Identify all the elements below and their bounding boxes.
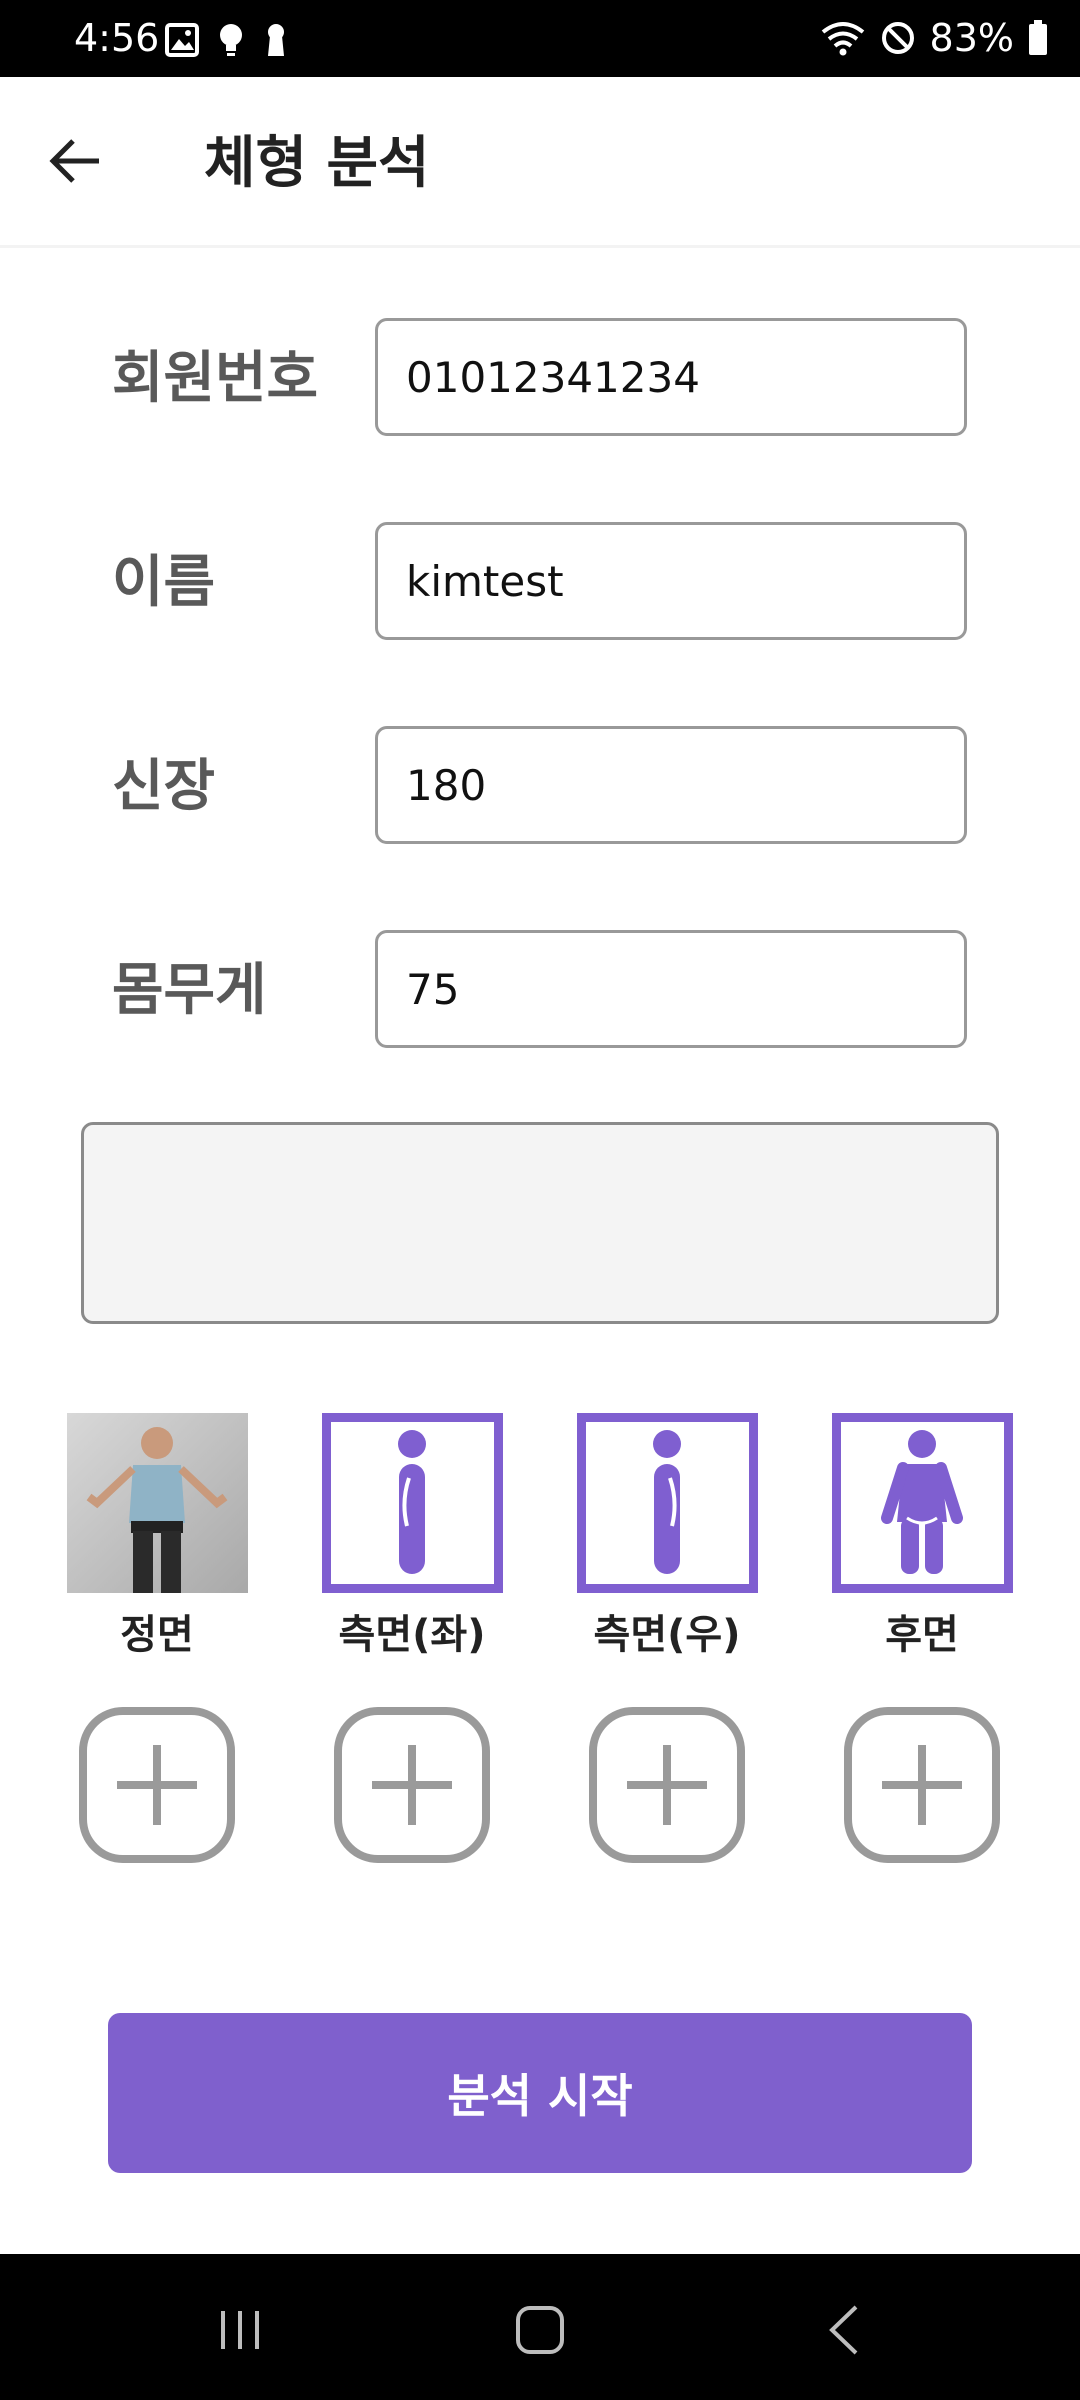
back-arrow-icon [49, 139, 99, 183]
memo-textarea[interactable] [81, 1122, 999, 1324]
wifi-icon [821, 22, 864, 56]
home-icon [516, 2306, 564, 2354]
back-view-label: 후면 [885, 1612, 959, 1658]
battery-icon [1029, 20, 1047, 55]
back-figure-icon [881, 1430, 963, 1574]
side-left-label: 측면(좌) [338, 1612, 486, 1658]
member-no-label: 회원번호 [112, 346, 319, 411]
status-time: 4:56 [74, 16, 160, 60]
front-label: 정면 [120, 1612, 194, 1658]
front-photo[interactable] [67, 1413, 248, 1593]
page-title: 체형 분석 [204, 131, 430, 196]
add-side-left-button[interactable] [332, 1705, 492, 1865]
image-icon [165, 23, 199, 57]
add-front-button[interactable] [77, 1705, 237, 1865]
do-not-disturb-icon [881, 22, 914, 54]
height-field[interactable]: 180 [375, 726, 967, 844]
status-bar: 4:56 83% [0, 0, 1080, 77]
member-no-field[interactable]: 01012341234 [375, 318, 967, 436]
bulb-icon [220, 24, 242, 56]
weight-field[interactable]: 75 [375, 930, 967, 1048]
side-right-label: 측면(우) [593, 1612, 741, 1658]
side-right-figure-icon [653, 1430, 681, 1574]
height-label: 신장 [112, 754, 216, 819]
back-button[interactable] [36, 121, 116, 201]
add-back-button[interactable] [842, 1705, 1002, 1865]
battery-percent: 83% [929, 16, 1014, 60]
nav-bar [0, 2254, 1080, 2400]
back-view-slot[interactable] [832, 1413, 1013, 1593]
keyhole-icon [268, 24, 284, 56]
app-bar: 체형 분석 [0, 77, 1080, 248]
back-icon [829, 2305, 858, 2355]
person-photo-icon [67, 1413, 248, 1593]
side-left-figure-icon [398, 1430, 426, 1574]
start-analysis-button[interactable]: 분석 시작 [108, 2013, 972, 2173]
system-back-button[interactable] [794, 2290, 894, 2370]
side-right-slot[interactable] [577, 1413, 758, 1593]
recents-button[interactable] [190, 2290, 290, 2370]
add-side-right-button[interactable] [587, 1705, 747, 1865]
home-button[interactable] [490, 2290, 590, 2370]
name-label: 이름 [112, 550, 216, 615]
recents-icon [221, 2311, 259, 2349]
weight-label: 몸무게 [112, 958, 267, 1023]
name-field[interactable]: kimtest [375, 522, 967, 640]
side-left-slot[interactable] [322, 1413, 503, 1593]
